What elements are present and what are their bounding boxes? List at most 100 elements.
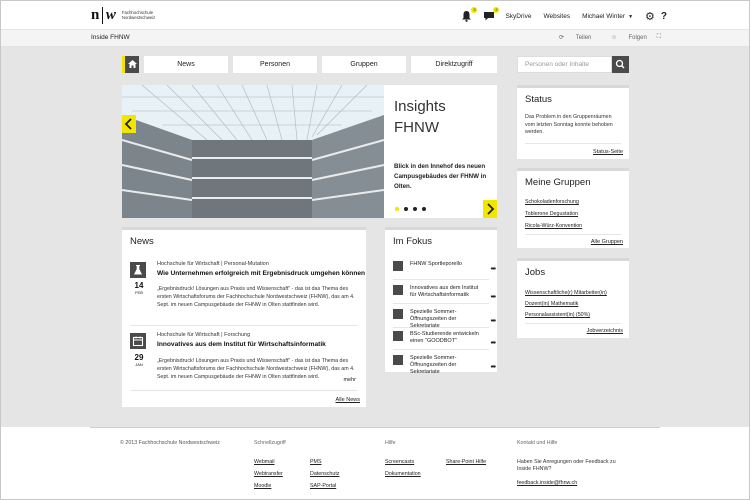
focus-item[interactable]: Spezielle Sommer-Öffnungszeiten der Sekr… [393, 355, 496, 375]
running-icon [393, 261, 403, 271]
help-heading: Hilfe [385, 440, 396, 446]
footer-link-datenschutz[interactable]: Datenschutz [310, 471, 339, 477]
notifications-bell-icon[interactable]: 3 [461, 7, 478, 22]
user-name: Michael Winter [582, 12, 626, 20]
focus-item[interactable]: FHNW Sportleporello ••• [393, 261, 496, 275]
site-title[interactable]: Inside FHNW [91, 34, 130, 41]
tab-personen[interactable]: Personen [233, 56, 317, 73]
focus-item[interactable]: Innovatives aus dem Institut für Wirtsch… [393, 285, 496, 301]
focus-item-label: Spezielle Sommer-Öffnungszeiten der Sekr… [410, 355, 457, 375]
gear-icon[interactable]: ⚙ [645, 10, 655, 23]
status-text: Das Problem in den Gruppenräumen vom let… [525, 114, 613, 135]
home-icon [128, 60, 137, 68]
top-bar: n w Fachhochschule Nordwestschweiz 3 2 S… [1, 1, 749, 30]
star-icon: ☆ [611, 35, 617, 41]
news-body-2: „Ergebnisdruck! Lösungen aus Praxis und … [157, 358, 355, 380]
footer-link-sharepoint-help[interactable]: Share-Point Hilfe [446, 459, 486, 465]
follow-label: Folgen [628, 35, 647, 41]
news-date-1: 14 FEB [130, 282, 148, 296]
footer-link-screencasts[interactable]: Screencasts [385, 459, 414, 465]
carousel-dots [395, 207, 431, 211]
tab-news[interactable]: News [144, 56, 228, 73]
all-groups-link[interactable]: Alle Gruppen [591, 239, 623, 245]
share-button[interactable]: ⟳ Teilen [549, 34, 591, 41]
search-icon [615, 59, 625, 69]
search-button[interactable] [612, 56, 629, 73]
focus-divider [393, 349, 489, 350]
focus-item[interactable]: Spezielle Sommer-Öffnungszeiten der Sekr… [393, 309, 496, 329]
fhnw-logo[interactable]: n w Fachhochschule Nordwestschweiz [91, 6, 155, 24]
group-link[interactable]: Schokoladenforschung [525, 199, 579, 205]
footer-link-moodle[interactable]: Moodle [254, 483, 271, 489]
site-header: Inside FHNW ⟳ Teilen ☆ Folgen ⛶ [1, 30, 749, 47]
carousel-dot-1[interactable] [395, 207, 399, 211]
logo-mark-w: w [105, 6, 116, 23]
footer-link-webtransfer[interactable]: Webtransfer [254, 471, 283, 477]
carousel-dot-2[interactable] [404, 207, 408, 211]
info-icon [393, 355, 403, 365]
news-headline-2[interactable]: Innovatives aus dem Institut für Wirtsch… [157, 341, 326, 348]
news-month-2: JAN [135, 362, 143, 367]
logo-line-2: Nordwestschweiz [121, 15, 156, 20]
focus-card: Im Fokus FHNW Sportleporello ••• Innovat… [385, 227, 497, 375]
carousel-prev-button[interactable] [122, 115, 136, 133]
group-link[interactable]: Ricola-Würz-Konvention [525, 223, 582, 229]
focus-item-label: BSc-Studierende entwickeln einen "GOODBO… [410, 331, 479, 344]
status-card: Status Das Problem in den Gruppenräumen … [517, 85, 629, 159]
websites-link[interactable]: Websites [543, 13, 570, 20]
footer-accent-line [90, 427, 660, 428]
footer-link-pms[interactable]: PMS [310, 459, 321, 465]
focus-divider [393, 303, 489, 304]
job-link[interactable]: Dozent(in) Mathematik [525, 301, 578, 307]
follow-button[interactable]: ☆ Folgen [601, 34, 646, 41]
contact-email-link[interactable]: feedback.inside@fhnw.ch [517, 480, 577, 486]
carousel-dot-3[interactable] [413, 207, 417, 211]
news-meta-1: Hochschule für Wirtschaft | Personal-Mut… [157, 261, 269, 267]
more-options-icon[interactable]: ••• [491, 364, 496, 371]
hero-caption[interactable]: Blick in den Innehof des neuen Campusgeb… [394, 162, 490, 192]
info-icon [393, 309, 403, 319]
job-directory-link[interactable]: Jobverzeichnis [587, 328, 623, 334]
carousel-next-button[interactable] [483, 200, 497, 218]
job-link[interactable]: Wissenschaftliche(r) Mitarbeiter(in) [525, 290, 607, 296]
all-news-link[interactable]: Alle News [336, 397, 360, 403]
top-right-nav: 3 2 SkyDrive Websites Michael Winter ▼ ⚙ … [461, 7, 667, 24]
more-options-icon[interactable]: ••• [491, 318, 496, 325]
search-input[interactable]: Personen oder Inhalte [517, 56, 612, 73]
more-options-icon[interactable]: ••• [491, 340, 496, 347]
tab-direktzugriff[interactable]: Direktzugriff [411, 56, 497, 73]
footer-link-sap-portal[interactable]: SAP-Portal [310, 483, 336, 489]
focus-item[interactable]: BSc-Studierende entwickeln einen "GOODBO… [393, 331, 496, 347]
help-icon[interactable]: ? [661, 11, 667, 22]
carousel-dot-4[interactable] [422, 207, 426, 211]
status-card-title: Status [525, 94, 552, 105]
messages-badge: 2 [493, 7, 500, 13]
flask-icon [130, 262, 146, 278]
home-button[interactable] [122, 56, 139, 73]
messages-icon[interactable]: 2 [483, 7, 500, 22]
news-meta-2: Hochschule für Wirtschaft | Forschung [157, 332, 251, 338]
news-more-link[interactable]: mehr [343, 377, 356, 383]
tab-gruppen[interactable]: Gruppen [322, 56, 406, 73]
news-divider [130, 325, 358, 326]
hero-title: Insights FHNW [394, 96, 446, 138]
news-headline-1[interactable]: Wie Unternehmen erfolgreich mit Ergebnis… [157, 270, 365, 277]
footer-link-dokumentation[interactable]: Dokumentation [385, 471, 421, 477]
news-day-2: 29 [134, 353, 144, 362]
groups-card-title: Meine Gruppen [525, 177, 591, 188]
group-link[interactable]: Toblerone Degustation [525, 211, 578, 217]
footer-link-webmail[interactable]: Webmail [254, 459, 275, 465]
job-link[interactable]: Personalassistent(in) (50%) [525, 312, 590, 318]
more-options-icon[interactable]: ••• [491, 294, 496, 301]
status-page-link[interactable]: Status-Seite [593, 149, 623, 155]
chart-icon [393, 285, 403, 295]
focus-mode-icon[interactable]: ⛶ [657, 34, 661, 41]
skydrive-link[interactable]: SkyDrive [505, 13, 531, 20]
notifications-badge: 3 [471, 7, 478, 13]
user-menu[interactable]: Michael Winter ▼ [582, 13, 633, 20]
chevron-down-icon: ▼ [628, 13, 634, 20]
focus-item-label: FHNW Sportleporello [410, 261, 462, 267]
focus-item-label: Innovatives aus dem Institut für Wirtsch… [410, 285, 479, 298]
news-date-2: 29 JAN [130, 353, 148, 368]
more-options-icon[interactable]: ••• [491, 266, 496, 273]
